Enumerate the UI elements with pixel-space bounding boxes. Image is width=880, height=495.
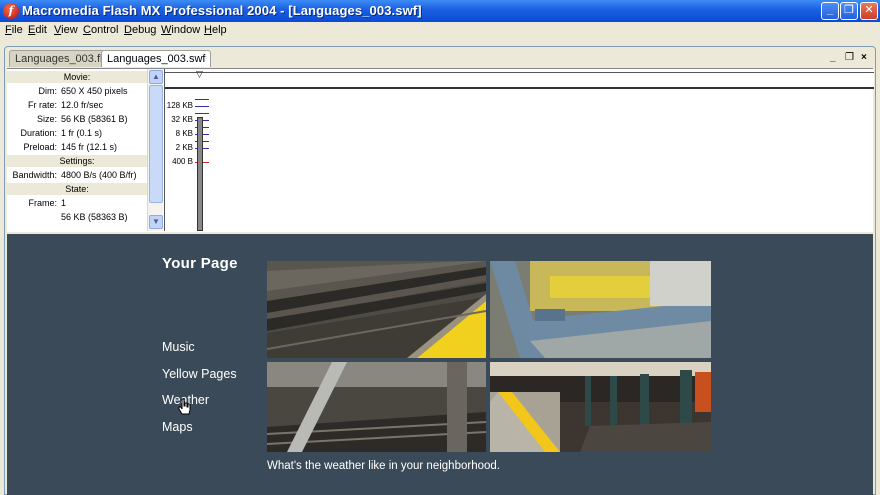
nav-maps[interactable]: Maps: [162, 420, 193, 434]
fr-rate-label: Fr rate:: [27, 100, 57, 110]
tab-swf[interactable]: Languages_003.swf: [101, 50, 212, 67]
duration-label: Duration:: [20, 128, 57, 138]
preload-label: Preload:: [23, 142, 57, 152]
frame-value: 1: [61, 198, 67, 208]
maximize-button[interactable]: ❐: [840, 2, 858, 20]
dim-value: 650 X 450 pixels: [61, 86, 128, 96]
menu-help[interactable]: Help: [204, 24, 227, 36]
document-area: Languages_003.fla Languages_003.swf _ ❐ …: [0, 40, 880, 495]
streaming-graph: ▽ 128 KB 32 KB 8 KB 2 KB 400 B: [164, 69, 874, 231]
page-caption: What's the weather like in your neighbor…: [267, 460, 500, 472]
movie-header: Movie:: [7, 71, 147, 83]
scroll-up-arrow[interactable]: ▲: [149, 70, 163, 84]
tunnel-photo: [267, 362, 486, 452]
menu-file[interactable]: File: [5, 24, 23, 36]
movie-stage: Your Page Music Yellow Pages Weather Map…: [7, 234, 873, 495]
nav-music[interactable]: Music: [162, 340, 195, 354]
menu-window[interactable]: Window: [161, 24, 200, 36]
timeline-rule: [165, 72, 874, 73]
size-value: 56 KB (58361 B): [61, 114, 128, 124]
y-label-2kb: 2 KB: [175, 143, 193, 152]
menu-view[interactable]: View: [54, 24, 78, 36]
profiler-scrollbar[interactable]: ▲ ▼: [147, 69, 163, 231]
frame-label: Frame:: [28, 198, 57, 208]
menu-control[interactable]: Control: [83, 24, 118, 36]
profiler-timeline[interactable]: ▽: [165, 69, 874, 89]
dim-label: Dim:: [38, 86, 58, 96]
nav-yellow-pages[interactable]: Yellow Pages: [162, 367, 237, 381]
document-window: Languages_003.fla Languages_003.swf _ ❐ …: [4, 46, 876, 495]
y-label-32kb: 32 KB: [171, 115, 193, 124]
tab-fla[interactable]: Languages_003.fla: [9, 50, 115, 67]
profiler-info: Movie: Dim: 650 X 450 pixels Fr rate: 12…: [7, 69, 147, 231]
scroll-thumb[interactable]: [149, 85, 163, 203]
steel-frame-photo: [490, 261, 711, 358]
y-label-128kb: 128 KB: [166, 101, 193, 110]
y-label-8kb: 8 KB: [175, 129, 193, 138]
fr-rate-value: 12.0 fr/sec: [61, 100, 104, 110]
bandwidth-profiler: Movie: Dim: 650 X 450 pixels Fr rate: 12…: [7, 68, 874, 232]
menu-bar: File Edit View Control Debug Window Help: [0, 22, 880, 40]
minimize-button[interactable]: _: [821, 2, 839, 20]
hand-cursor-icon: [178, 398, 191, 415]
duration-value: 1 fr (0.1 s): [61, 128, 103, 138]
menu-edit[interactable]: Edit: [28, 24, 47, 36]
preload-value: 145 fr (12.1 s): [61, 142, 118, 152]
bandwidth-label: Bandwidth:: [12, 170, 57, 180]
y-label-400b: 400 B: [172, 157, 193, 166]
bandwidth-value: 4800 B/s (400 B/fr): [61, 170, 137, 180]
menu-debug[interactable]: Debug: [124, 24, 156, 36]
window-title: Macromedia Flash MX Professional 2004 - …: [22, 3, 422, 18]
graph-tick: [195, 113, 209, 114]
frame-size-bar[interactable]: [197, 117, 203, 231]
title-bar: f Macromedia Flash MX Professional 2004 …: [0, 0, 880, 22]
scroll-down-arrow[interactable]: ▼: [149, 215, 163, 229]
playhead-marker[interactable]: ▽: [196, 69, 203, 80]
subway-station-photo: [490, 362, 711, 452]
flash-app-icon[interactable]: f: [3, 3, 19, 19]
frame-size-value: 56 KB (58363 B): [61, 212, 128, 222]
graph-tick: [195, 99, 209, 100]
state-header: State:: [7, 183, 147, 195]
graph-tick: [195, 106, 209, 107]
tracks-photo: [267, 261, 486, 358]
doc-restore-button[interactable]: ❐: [845, 52, 854, 63]
size-label: Size:: [36, 114, 57, 124]
settings-header: Settings:: [7, 155, 147, 167]
site-brand: Your Page: [162, 255, 238, 272]
close-button[interactable]: ✕: [860, 2, 878, 20]
doc-minimize-button[interactable]: _: [830, 52, 836, 63]
doc-close-button[interactable]: ×: [861, 52, 867, 63]
